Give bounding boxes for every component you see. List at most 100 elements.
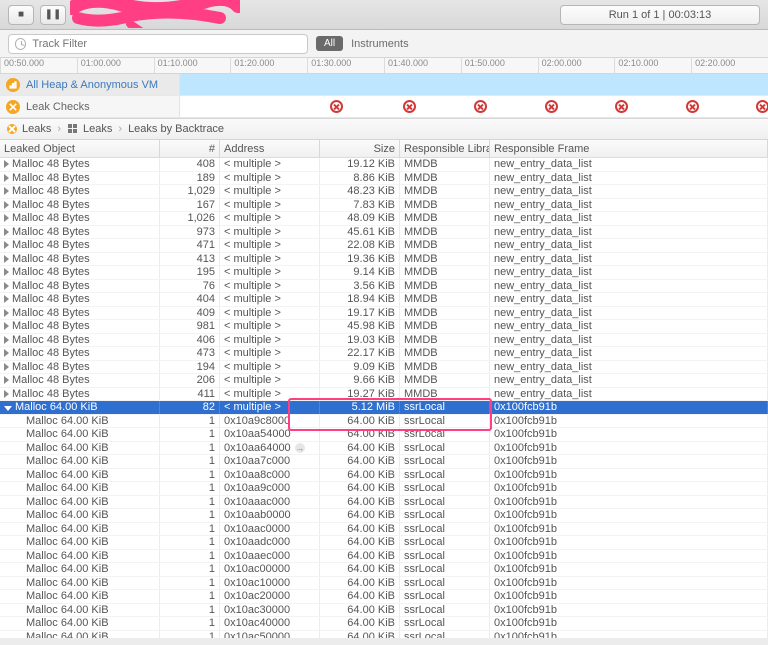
table-row[interactable]: Malloc 48 Bytes406< multiple >19.03 KiBM…	[0, 334, 768, 348]
goto-icon[interactable]: →	[295, 443, 305, 453]
table-row[interactable]: Malloc 64.00 KiB10x10ac4000064.00 KiBssr…	[0, 617, 768, 631]
cell-library: MMDB	[400, 374, 490, 387]
cell-address: 0x10aa9c000	[220, 482, 320, 495]
disclosure-triangle-icon[interactable]	[4, 349, 9, 357]
disclosure-triangle-icon[interactable]	[4, 268, 9, 276]
table-row[interactable]: Malloc 64.00 KiB10x10aa5400064.00 KiBssr…	[0, 428, 768, 442]
cell-library: MMDB	[400, 320, 490, 333]
table-row[interactable]: Malloc 64.00 KiB82< multiple >5.12 MiBss…	[0, 401, 768, 415]
table-row[interactable]: Malloc 48 Bytes409< multiple >19.17 KiBM…	[0, 307, 768, 321]
leak-mark-icon[interactable]	[474, 100, 487, 113]
track-filter-input[interactable]	[32, 38, 301, 50]
cell-object: Malloc 48 Bytes	[12, 347, 90, 359]
leak-track[interactable]: Leak Checks	[0, 96, 768, 118]
disclosure-triangle-icon[interactable]	[4, 282, 9, 290]
table-row[interactable]: Malloc 48 Bytes473< multiple >22.17 KiBM…	[0, 347, 768, 361]
disclosure-triangle-icon[interactable]	[4, 309, 9, 317]
header-leaked-object[interactable]: Leaked Object	[0, 140, 160, 157]
table-row[interactable]: Malloc 64.00 KiB10x10aab000064.00 KiBssr…	[0, 509, 768, 523]
disclosure-triangle-icon[interactable]	[4, 376, 9, 384]
crumb-leaks-2[interactable]: Leaks	[83, 123, 112, 135]
cell-address: 0x10aac0000	[220, 523, 320, 536]
table-row[interactable]: Malloc 64.00 KiB10x10aa64000→64.00 KiBss…	[0, 442, 768, 456]
table-row[interactable]: Malloc 48 Bytes1,026< multiple >48.09 Ki…	[0, 212, 768, 226]
track-filter[interactable]	[8, 34, 308, 54]
table-row[interactable]: Malloc 48 Bytes189< multiple >8.86 KiBMM…	[0, 172, 768, 186]
crumb-leaks[interactable]: Leaks	[22, 123, 51, 135]
table-row[interactable]: Malloc 48 Bytes973< multiple >45.61 KiBM…	[0, 226, 768, 240]
table-row[interactable]: Malloc 64.00 KiB10x10aac000064.00 KiBssr…	[0, 523, 768, 537]
heap-track[interactable]: All Heap & Anonymous VM	[0, 74, 768, 96]
leak-track-lane[interactable]	[180, 96, 768, 117]
ruler-tick: 01:40.000	[384, 58, 461, 73]
disclosure-triangle-icon[interactable]	[4, 390, 9, 398]
leak-mark-icon[interactable]	[686, 100, 699, 113]
header-size[interactable]: Size	[320, 140, 400, 157]
disclosure-triangle-icon[interactable]	[4, 201, 9, 209]
crumb-backtrace[interactable]: Leaks by Backtrace	[128, 123, 224, 135]
cell-library: MMDB	[400, 307, 490, 320]
cell-library: ssrLocal	[400, 577, 490, 590]
disclosure-triangle-icon[interactable]	[4, 228, 9, 236]
disclosure-triangle-icon[interactable]	[4, 406, 12, 411]
table-row[interactable]: Malloc 48 Bytes1,029< multiple >48.23 Ki…	[0, 185, 768, 199]
table-row[interactable]: Malloc 64.00 KiB10x10aa7c00064.00 KiBssr…	[0, 455, 768, 469]
table-row[interactable]: Malloc 48 Bytes206< multiple >9.66 KiBMM…	[0, 374, 768, 388]
disclosure-triangle-icon[interactable]	[4, 363, 9, 371]
table-row[interactable]: Malloc 48 Bytes404< multiple >18.94 KiBM…	[0, 293, 768, 307]
table-row[interactable]: Malloc 64.00 KiB10x10aa9c00064.00 KiBssr…	[0, 482, 768, 496]
disclosure-triangle-icon[interactable]	[4, 214, 9, 222]
disclosure-triangle-icon[interactable]	[4, 322, 9, 330]
pause-button[interactable]: ❚❚	[40, 5, 66, 25]
disclosure-triangle-icon[interactable]	[4, 295, 9, 303]
cell-size: 19.27 KiB	[320, 388, 400, 401]
header-frame[interactable]: Responsible Frame	[490, 140, 768, 157]
table-row[interactable]: Malloc 48 Bytes981< multiple >45.98 KiBM…	[0, 320, 768, 334]
leak-mark-icon[interactable]	[403, 100, 416, 113]
table-row[interactable]: Malloc 64.00 KiB10x10ac0000064.00 KiBssr…	[0, 563, 768, 577]
table-row[interactable]: Malloc 64.00 KiB10x10aadc00064.00 KiBssr…	[0, 536, 768, 550]
cell-frame: new_entry_data_list	[490, 239, 768, 252]
leak-mark-icon[interactable]	[545, 100, 558, 113]
table-row[interactable]: Malloc 48 Bytes471< multiple >22.08 KiBM…	[0, 239, 768, 253]
table-row[interactable]: Malloc 64.00 KiB10x10aa8c00064.00 KiBssr…	[0, 469, 768, 483]
disclosure-triangle-icon[interactable]	[4, 336, 9, 344]
table-row[interactable]: Malloc 64.00 KiB10x10ac5000064.00 KiBssr…	[0, 631, 768, 639]
record-button[interactable]: ■	[8, 5, 34, 25]
cell-size: 64.00 KiB	[320, 482, 400, 495]
toolbar: ■ ❚❚ Run 1 of 1 | 00:03:13	[0, 0, 768, 30]
timeline-ruler[interactable]: 00:50.00001:00.00001:10.00001:20.00001:3…	[0, 58, 768, 74]
disclosure-triangle-icon[interactable]	[4, 187, 9, 195]
table-row[interactable]: Malloc 64.00 KiB10x10a9c800064.00 KiBssr…	[0, 415, 768, 429]
leak-mark-icon[interactable]	[615, 100, 628, 113]
table-row[interactable]: Malloc 64.00 KiB10x10aaec00064.00 KiBssr…	[0, 550, 768, 564]
disclosure-triangle-icon[interactable]	[4, 174, 9, 182]
table-row[interactable]: Malloc 48 Bytes195< multiple >9.14 KiBMM…	[0, 266, 768, 280]
table-row[interactable]: Malloc 48 Bytes408< multiple >19.12 KiBM…	[0, 158, 768, 172]
cell-library: ssrLocal	[400, 482, 490, 495]
table-row[interactable]: Malloc 48 Bytes76< multiple >3.56 KiBMMD…	[0, 280, 768, 294]
disclosure-triangle-icon[interactable]	[4, 255, 9, 263]
header-library[interactable]: Responsible Library	[400, 140, 490, 157]
table-row[interactable]: Malloc 64.00 KiB10x10ac2000064.00 KiBssr…	[0, 590, 768, 604]
cell-library: MMDB	[400, 347, 490, 360]
disclosure-triangle-icon[interactable]	[4, 241, 9, 249]
ruler-tick: 02:10.000	[614, 58, 691, 73]
table-row[interactable]: Malloc 48 Bytes167< multiple >7.83 KiBMM…	[0, 199, 768, 213]
table-row[interactable]: Malloc 48 Bytes194< multiple >9.09 KiBMM…	[0, 361, 768, 375]
table-row[interactable]: Malloc 64.00 KiB10x10ac3000064.00 KiBssr…	[0, 604, 768, 618]
segment-control[interactable]: All	[316, 36, 343, 51]
heap-track-lane[interactable]	[180, 74, 768, 95]
header-count[interactable]: #	[160, 140, 220, 157]
leak-mark-icon[interactable]	[330, 100, 343, 113]
leak-mark-icon[interactable]	[756, 100, 768, 113]
table-row[interactable]: Malloc 48 Bytes411< multiple >19.27 KiBM…	[0, 388, 768, 402]
disclosure-triangle-icon[interactable]	[4, 160, 9, 168]
table-row[interactable]: Malloc 64.00 KiB10x10ac1000064.00 KiBssr…	[0, 577, 768, 591]
segment-all[interactable]: All	[316, 36, 343, 51]
table-row[interactable]: Malloc 64.00 KiB10x10aaac00064.00 KiBssr…	[0, 496, 768, 510]
run-status[interactable]: Run 1 of 1 | 00:03:13	[560, 5, 760, 25]
cell-object: Malloc 64.00 KiB	[26, 455, 109, 467]
table-row[interactable]: Malloc 48 Bytes413< multiple >19.36 KiBM…	[0, 253, 768, 267]
header-address[interactable]: Address	[220, 140, 320, 157]
